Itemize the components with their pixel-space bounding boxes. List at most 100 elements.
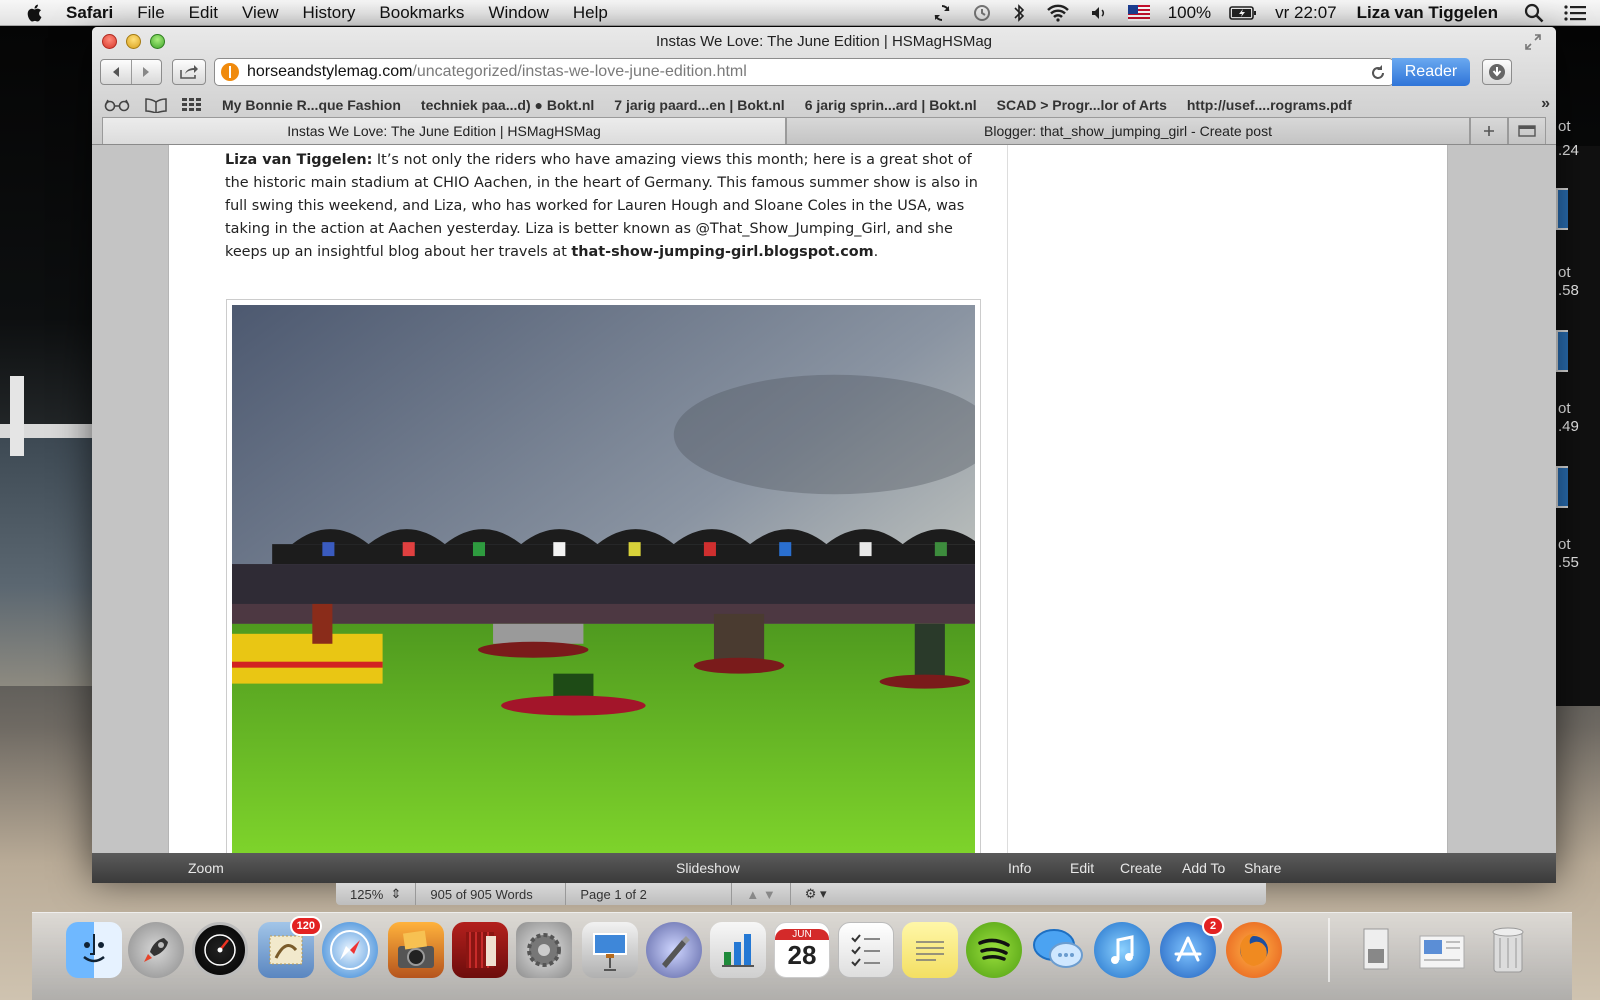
numbers-icon[interactable]	[710, 922, 766, 978]
word-count: 905 of 905 Words	[416, 883, 567, 905]
dashboard-icon[interactable]	[192, 922, 248, 978]
zoom-level-select[interactable]: 125% ⇕	[336, 883, 417, 905]
stickies-icon[interactable]	[902, 922, 958, 978]
zoom-level: 125%	[350, 886, 384, 902]
safari-icon[interactable]	[322, 922, 378, 978]
forward-arrow-icon	[143, 67, 150, 77]
iphoto-icon[interactable]	[388, 922, 444, 978]
bookmark-item[interactable]: 6 jarig sprin...ard | Bokt.nl	[805, 97, 977, 113]
reload-icon[interactable]	[1369, 64, 1387, 82]
apple-menu-icon[interactable]	[24, 2, 46, 24]
desktop-file-label[interactable]: ot	[1558, 536, 1571, 553]
keynote-icon[interactable]	[582, 922, 638, 978]
forward-button[interactable]	[130, 60, 162, 84]
volume-icon[interactable]	[1090, 4, 1108, 22]
share-button[interactable]	[172, 59, 206, 85]
article-photo-frame	[226, 299, 981, 859]
sync-icon[interactable]	[932, 3, 952, 23]
desktop-file-label[interactable]: ot	[1558, 118, 1571, 135]
battery-percentage[interactable]: 100%	[1168, 3, 1211, 23]
tab-blogger[interactable]: Blogger: that_show_jumping_girl - Create…	[786, 117, 1470, 144]
safari-window: Instas We Love: The June Edition | HSMag…	[92, 27, 1556, 870]
desktop-file-label: .58	[1558, 282, 1579, 299]
iphoto-create-button[interactable]: Create	[1120, 860, 1162, 876]
desktop-file-label[interactable]: ot	[1558, 264, 1571, 281]
bookmarks-book-icon[interactable]	[144, 97, 168, 113]
firefox-icon[interactable]	[1226, 922, 1282, 978]
calendar-icon[interactable]: JUN 28	[774, 922, 830, 978]
iphoto-slideshow-button[interactable]: Slideshow	[676, 860, 740, 876]
bookmarks-bar: My Bonnie R...que Fashion techniek paa..…	[92, 93, 1556, 117]
tab-overview-button[interactable]	[1508, 117, 1546, 144]
menubar-user-name[interactable]: Liza van Tiggelen	[1357, 3, 1498, 23]
menu-help[interactable]: Help	[573, 3, 608, 23]
wifi-icon[interactable]	[1046, 4, 1070, 22]
back-arrow-icon	[112, 67, 119, 77]
gear-icon[interactable]: ⚙ ▾	[791, 883, 841, 905]
documents-stack-icon[interactable]	[1414, 922, 1470, 978]
page-content: Liza van Tiggelen: It’s not only the rid…	[92, 145, 1556, 862]
reminders-icon[interactable]	[838, 922, 894, 978]
new-tab-button[interactable]	[1470, 117, 1508, 144]
spotify-icon[interactable]	[966, 922, 1022, 978]
page-column: Liza van Tiggelen: It’s not only the rid…	[168, 145, 1448, 862]
menu-bookmarks[interactable]: Bookmarks	[379, 3, 464, 23]
bookmark-item[interactable]: SCAD > Progr...lor of Arts	[997, 97, 1167, 113]
url-domain: horseandstylemag.com	[247, 63, 413, 80]
iphoto-share-button[interactable]: Share	[1244, 860, 1281, 876]
downloads-button[interactable]	[1482, 59, 1512, 85]
launchpad-icon[interactable]	[128, 922, 184, 978]
iphoto-zoom-button[interactable]: Zoom	[188, 860, 224, 876]
desktop-post	[10, 376, 24, 456]
menu-window[interactable]: Window	[488, 3, 548, 23]
iphoto-add-to-button[interactable]: Add To	[1182, 860, 1225, 876]
reader-button[interactable]: Reader	[1392, 58, 1470, 86]
bookmark-item[interactable]: techniek paa...d) ● Bokt.nl	[421, 97, 594, 113]
bookmark-item[interactable]: My Bonnie R...que Fashion	[222, 97, 401, 113]
bookmark-item[interactable]: http://usef....rograms.pdf	[1187, 97, 1352, 113]
us-flag-icon[interactable]	[1127, 5, 1150, 21]
top-sites-grid-icon[interactable]	[182, 98, 202, 112]
iphoto-toolbar: Zoom Slideshow Info Edit Create Add To S…	[92, 853, 1556, 883]
iphoto-info-button[interactable]: Info	[1008, 860, 1031, 876]
downloads-stack-icon[interactable]	[1348, 922, 1404, 978]
back-button[interactable]	[101, 60, 131, 84]
itunes-icon[interactable]	[1094, 922, 1150, 978]
photo-booth-icon[interactable]	[452, 922, 508, 978]
address-bar[interactable]: horseandstylemag.com /uncategorized/inst…	[214, 58, 1394, 86]
page-nav-arrows-icon[interactable]: ▲ ▼	[732, 883, 791, 905]
desktop-file-thumb[interactable]	[1556, 330, 1568, 372]
finder-icon[interactable]	[66, 922, 122, 978]
bookmarks-overflow-icon[interactable]: »	[1541, 95, 1550, 113]
fullscreen-icon[interactable]	[1524, 33, 1542, 51]
article-author: Liza van Tiggelen:	[225, 152, 373, 168]
mail-stamp-icon[interactable]: 120	[258, 916, 322, 978]
desktop-file-thumb[interactable]	[1556, 466, 1568, 508]
bookmark-item[interactable]: 7 jarig paard...en | Bokt.nl	[614, 97, 784, 113]
menu-file[interactable]: File	[137, 3, 164, 23]
bluetooth-icon[interactable]	[1012, 3, 1026, 23]
trash-icon[interactable]	[1480, 922, 1536, 978]
menu-edit[interactable]: Edit	[189, 3, 218, 23]
app-store-icon[interactable]: 2	[1160, 916, 1224, 978]
desktop-file-thumb[interactable]	[1556, 188, 1568, 230]
blog-link[interactable]: that-show-jumping-girl.blogspot.com	[571, 244, 873, 260]
menu-bar: Safari File Edit View History Bookmarks …	[0, 0, 1600, 26]
menu-view[interactable]: View	[242, 3, 279, 23]
time-machine-icon[interactable]	[972, 3, 992, 23]
iphoto-edit-button[interactable]: Edit	[1070, 860, 1094, 876]
spotlight-search-icon[interactable]	[1524, 3, 1544, 23]
menu-history[interactable]: History	[303, 3, 356, 23]
battery-icon[interactable]	[1229, 5, 1257, 21]
reading-list-icon[interactable]	[104, 98, 130, 112]
script-editor-icon[interactable]	[646, 922, 702, 978]
menu-app-name[interactable]: Safari	[66, 3, 113, 23]
menubar-clock[interactable]: vr 22:07	[1275, 3, 1336, 23]
desktop-file-label[interactable]: ot	[1558, 400, 1571, 417]
notification-center-icon[interactable]	[1564, 4, 1586, 22]
messages-icon[interactable]	[1030, 922, 1086, 978]
stadium-photo[interactable]	[232, 305, 975, 853]
system-preferences-icon[interactable]	[516, 922, 572, 978]
tab-hsmag[interactable]: Instas We Love: The June Edition | HSMag…	[102, 117, 786, 144]
stepper-icon: ⇕	[390, 886, 402, 901]
